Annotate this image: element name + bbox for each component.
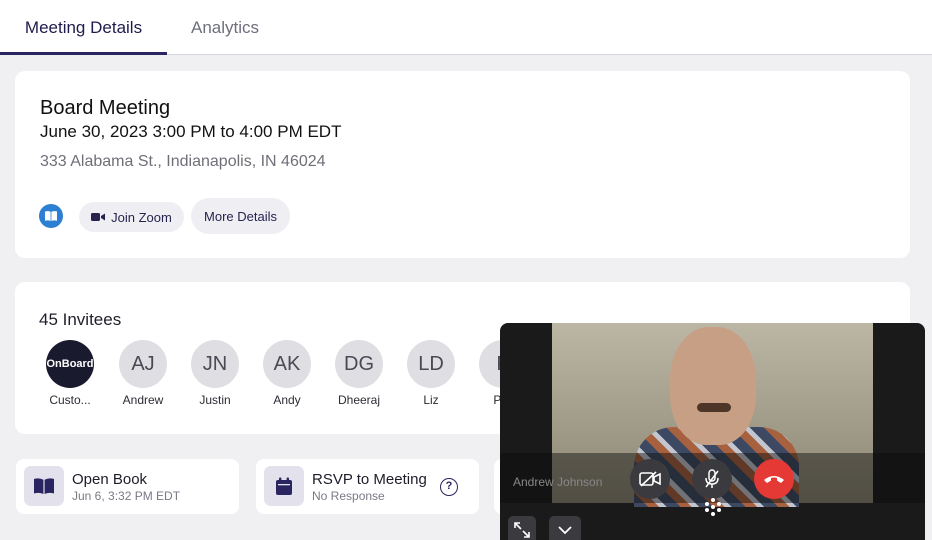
participant-name: Andrew Johnson	[513, 475, 603, 489]
avatar: AJ	[119, 340, 167, 388]
mute-button[interactable]	[692, 459, 732, 499]
camera-off-icon	[639, 471, 661, 487]
meeting-address: 333 Alabama St., Indianapolis, IN 46024	[40, 153, 326, 170]
avatar-logo-text: OnBoard	[46, 358, 94, 370]
invitee-name: Andrew	[122, 393, 164, 407]
invitee[interactable]: DG Dheeraj	[329, 340, 389, 407]
meeting-datetime: June 30, 2023 3:00 PM to 4:00 PM EDT	[40, 122, 342, 141]
camera-off-button[interactable]	[630, 459, 670, 499]
more-details-label: More Details	[204, 208, 277, 224]
active-tab-indicator	[0, 52, 167, 55]
rsvp-status: No Response	[312, 489, 385, 503]
avatar: DG	[335, 340, 383, 388]
meeting-title: Board Meeting	[40, 97, 171, 119]
invitee-name: Dheeraj	[337, 393, 381, 407]
invitee[interactable]: OnBoard Custo...	[40, 340, 100, 407]
open-book-card[interactable]: Open Book Jun 6, 3:32 PM EDT	[16, 459, 239, 514]
invitee-name: Custo...	[49, 393, 91, 407]
chevron-down-icon[interactable]	[549, 516, 581, 540]
rsvp-card[interactable]: RSVP to Meeting No Response ?	[256, 459, 479, 514]
invitee[interactable]: JN Justin	[185, 340, 245, 407]
expand-icon[interactable]	[508, 516, 536, 540]
invitee-name: Justin	[199, 393, 231, 407]
tab-meeting-details[interactable]: Meeting Details	[0, 0, 167, 55]
book-icon	[24, 466, 64, 506]
video-call-overlay: Andrew Johnson	[500, 323, 925, 540]
tab-bar: Meeting Details Analytics	[0, 0, 932, 55]
invitee-name: Andy	[273, 393, 301, 407]
calendar-icon	[264, 466, 304, 506]
avatar: LD	[407, 340, 455, 388]
invitees-count: 45 Invitees	[39, 310, 122, 329]
open-book-date: Jun 6, 3:32 PM EDT	[72, 489, 181, 503]
mic-off-icon	[705, 469, 719, 488]
join-zoom-label: Join Zoom	[111, 209, 172, 225]
avatar: JN	[191, 340, 239, 388]
invitee[interactable]: AK Andy	[257, 340, 317, 407]
participant-mustache	[697, 403, 731, 412]
book-icon[interactable]	[39, 204, 63, 228]
avatar: OnBoard	[46, 340, 94, 388]
tab-analytics[interactable]: Analytics	[167, 0, 283, 55]
invitee[interactable]: AJ Andrew	[113, 340, 173, 407]
participant-face	[670, 327, 756, 445]
invitee-name: Liz	[423, 393, 439, 407]
invitee[interactable]: LD Liz	[401, 340, 461, 407]
rsvp-title: RSVP to Meeting	[312, 471, 427, 488]
open-book-title: Open Book	[72, 471, 148, 488]
more-options-icon[interactable]	[703, 497, 723, 517]
help-icon[interactable]: ?	[440, 478, 458, 496]
meeting-details-card: Board Meeting June 30, 2023 3:00 PM to 4…	[15, 71, 910, 258]
more-details-button[interactable]: More Details	[191, 198, 290, 234]
video-camera-icon	[91, 213, 106, 221]
end-call-button[interactable]	[754, 459, 794, 499]
phone-hangup-icon	[764, 476, 784, 483]
avatar: AK	[263, 340, 311, 388]
join-zoom-button[interactable]: Join Zoom	[79, 202, 184, 232]
